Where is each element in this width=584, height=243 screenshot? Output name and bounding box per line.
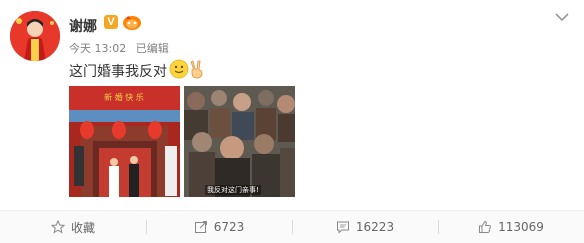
member-level-icon[interactable] (122, 13, 142, 31)
post-image-2[interactable] (184, 86, 295, 197)
repost-count: 6723 (213, 220, 245, 234)
victory-hand-icon (187, 59, 207, 79)
smiley-face-emoji-icon (169, 59, 189, 79)
action-bar: 收藏 6723 16223 113069 (0, 210, 584, 243)
comment-icon (336, 221, 349, 234)
repost-icon (194, 221, 207, 233)
author-name[interactable]: 谢娜 (69, 16, 97, 36)
post-text: 这门婚事我反对 (69, 64, 167, 80)
chevron-down-icon[interactable] (554, 8, 570, 22)
post-time[interactable]: 今天 13:02 (69, 42, 126, 55)
image-caption: 我反对这门亲事! (205, 185, 261, 195)
thumbs-up-icon (479, 220, 492, 233)
repost-button[interactable]: 6723 (146, 211, 292, 243)
favorite-label: 收藏 (70, 220, 95, 235)
banner-text: 新 婚 快 乐 (104, 92, 144, 102)
favorite-button[interactable]: 收藏 (0, 211, 146, 243)
star-icon (50, 220, 65, 234)
comment-button[interactable]: 16223 (292, 211, 438, 243)
like-count: 113069 (498, 220, 544, 234)
avatar[interactable] (10, 11, 60, 61)
comment-count: 16223 (355, 220, 395, 234)
verified-badge: V (104, 15, 118, 29)
post-meta: 今天 13:02 已编辑 (69, 40, 175, 56)
post-image-1[interactable]: 新 婚 快 乐 (69, 86, 180, 197)
edited-label[interactable]: 已编辑 (136, 42, 169, 55)
like-button[interactable]: 113069 (438, 211, 584, 243)
